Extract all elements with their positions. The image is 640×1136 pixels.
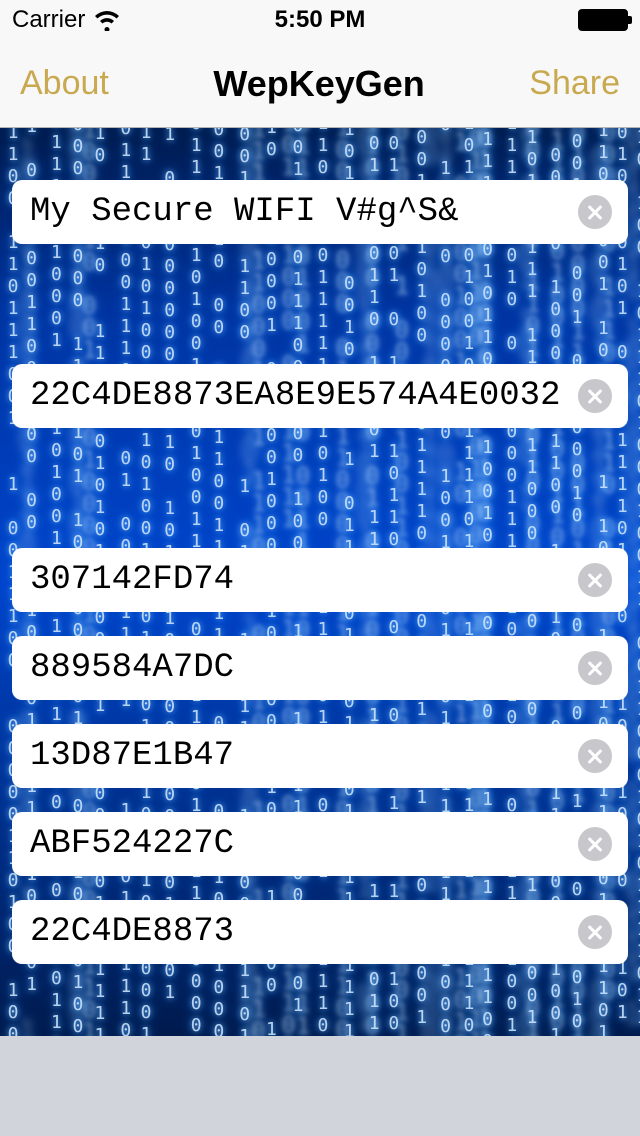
nav-bar: About WepKeyGen Share bbox=[0, 40, 640, 128]
clear-icon[interactable] bbox=[578, 195, 612, 229]
page-title: WepKeyGen bbox=[213, 63, 424, 105]
key64-field-0[interactable]: 307142FD74 bbox=[12, 548, 628, 612]
status-time: 5:50 PM bbox=[217, 6, 422, 34]
clear-icon[interactable] bbox=[578, 739, 612, 773]
carrier-label: Carrier bbox=[12, 6, 85, 34]
key64-value: 889584A7DC bbox=[30, 649, 234, 687]
clear-icon[interactable] bbox=[578, 563, 612, 597]
about-button[interactable]: About bbox=[20, 64, 109, 103]
key64-value: 22C4DE8873 bbox=[30, 913, 234, 951]
key64-field-2[interactable]: 13D87E1B47 bbox=[12, 724, 628, 788]
content-area: 1 0 0 0 0 0 0 1 1 1 0 1 0 1 0 0 0 1 1 1 … bbox=[0, 128, 640, 1036]
field-group: My Secure WIFI V#g^S& 22C4DE8873EA8E9E57… bbox=[0, 128, 640, 964]
key128-field[interactable]: 22C4DE8873EA8E9E574A4E0032 bbox=[12, 364, 628, 428]
clear-icon[interactable] bbox=[578, 915, 612, 949]
clear-icon[interactable] bbox=[578, 827, 612, 861]
key64-field-1[interactable]: 889584A7DC bbox=[12, 636, 628, 700]
share-button[interactable]: Share bbox=[529, 64, 620, 103]
status-right bbox=[423, 9, 628, 31]
key64-value: ABF524227C bbox=[30, 825, 234, 863]
clear-icon[interactable] bbox=[578, 651, 612, 685]
battery-icon bbox=[578, 9, 628, 31]
key128-value: 22C4DE8873EA8E9E574A4E0032 bbox=[30, 377, 561, 415]
key64-value: 307142FD74 bbox=[30, 561, 234, 599]
key64-field-4[interactable]: 22C4DE8873 bbox=[12, 900, 628, 964]
status-left: Carrier bbox=[12, 6, 217, 34]
ssid-field[interactable]: My Secure WIFI V#g^S& bbox=[12, 180, 628, 244]
status-bar: Carrier 5:50 PM bbox=[0, 0, 640, 40]
wifi-icon bbox=[93, 9, 121, 31]
bottom-toolbar bbox=[0, 1036, 640, 1136]
clear-icon[interactable] bbox=[578, 379, 612, 413]
key64-value: 13D87E1B47 bbox=[30, 737, 234, 775]
key64-field-3[interactable]: ABF524227C bbox=[12, 812, 628, 876]
ssid-value: My Secure WIFI V#g^S& bbox=[30, 193, 458, 231]
